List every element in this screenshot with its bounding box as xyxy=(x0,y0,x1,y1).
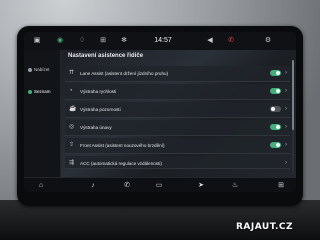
list-item-front-assist[interactable]: ⇧ Front Assist (asistent nouzového brzdě… xyxy=(65,138,290,154)
row-label: Lane Assist (asistent držení jízdního pr… xyxy=(80,71,169,76)
climate-icon[interactable]: ♨ xyxy=(230,181,240,190)
music-icon[interactable]: ♪ xyxy=(88,181,98,190)
infotainment-screen: ▣ ◉ ♢ ⊞ ✻ 14:57 ◀ ✆ ⚙ Nabízet Seznam Nas… xyxy=(24,32,296,192)
row-label: ACC (automatická regulace vzdálenosti) xyxy=(80,161,162,166)
row-label: Výstraha rychlosti xyxy=(80,89,117,94)
speed-warning-toggle[interactable] xyxy=(270,88,281,94)
grid-icon[interactable]: ⊞ xyxy=(99,37,107,45)
sidebar-item-label: Seznam xyxy=(34,89,51,94)
row-label: Výstraha únavy xyxy=(80,125,112,130)
status-bar: ▣ ◉ ♢ ⊞ ✻ 14:57 ◀ ✆ ⚙ xyxy=(24,32,296,50)
sidebar-item-seznam[interactable]: Seznam xyxy=(28,86,58,98)
acc-icon: ⇶ xyxy=(69,160,75,166)
scrollbar[interactable] xyxy=(292,60,294,172)
sidebar: Nabízet Seznam xyxy=(24,50,61,177)
list-item-fatigue-warning[interactable]: ◎ Výstraha únavy › xyxy=(65,120,290,136)
fatigue-warning-toggle[interactable] xyxy=(270,124,281,130)
car-icon[interactable]: ▣ xyxy=(33,37,41,45)
volume-icon[interactable]: ◀ xyxy=(206,37,214,45)
lane-assist-toggle[interactable] xyxy=(270,70,281,76)
list-item-speed-warning[interactable]: ◔ Výstraha rychlosti › xyxy=(65,84,290,100)
signal-icon[interactable]: ◉ xyxy=(56,37,64,45)
lane-icon: ⇈ xyxy=(69,70,75,76)
scrollbar-thumb[interactable] xyxy=(292,60,294,130)
row-label: Výstraha pozornosti xyxy=(80,107,121,112)
attention-warning-toggle[interactable] xyxy=(270,106,281,112)
list-item-lane-assist[interactable]: ⇈ Lane Assist (asistent držení jízdního … xyxy=(65,66,290,82)
car-icon[interactable]: ▭ xyxy=(154,181,164,190)
row-label: Front Assist (asistent nouzového brzdění… xyxy=(80,143,165,148)
coffee-icon: ☕ xyxy=(69,106,77,112)
page-title: Nastavení asistence řidiče xyxy=(68,53,144,59)
chevron-right-icon[interactable]: › xyxy=(285,141,287,149)
speed-icon: ◔ xyxy=(69,88,73,94)
front-assist-toggle[interactable] xyxy=(270,142,281,148)
apps-icon[interactable]: ⊞ xyxy=(276,181,286,190)
dots-icon xyxy=(28,67,32,72)
chevron-right-icon[interactable]: › xyxy=(285,69,287,77)
settings-icon[interactable]: ⚙ xyxy=(264,37,272,45)
chevron-right-icon[interactable]: › xyxy=(285,123,287,131)
sidebar-item-label: Nabízet xyxy=(34,67,50,72)
circle-icon xyxy=(28,89,32,94)
list-item-attention-warning[interactable]: ☕ Výstraha pozornosti › xyxy=(65,102,290,118)
settings-panel: Nastavení asistence řidiče ⇈ Lane Assist… xyxy=(61,50,296,177)
home-icon[interactable]: ⌂ xyxy=(36,181,46,190)
navigation-icon[interactable]: ➤ xyxy=(196,181,206,190)
chevron-right-icon[interactable]: › xyxy=(285,159,287,167)
fan-icon[interactable]: ✻ xyxy=(120,37,128,45)
bottom-dock: ⌂ ♪ ✆ ▭ ➤ ♨ ⊞ xyxy=(24,177,296,192)
phone-muted-icon[interactable]: ✆ xyxy=(227,37,235,45)
chevron-right-icon[interactable]: › xyxy=(285,87,287,95)
front-assist-icon: ⇧ xyxy=(69,142,75,148)
list-item-acc[interactable]: ⇶ ACC (automatická regulace vzdálenosti)… xyxy=(65,156,290,169)
clock: 14:57 xyxy=(154,37,172,44)
chevron-right-icon[interactable]: › xyxy=(285,105,287,113)
sidebar-item-nabizet[interactable]: Nabízet xyxy=(28,64,58,76)
leaf-icon[interactable]: ♢ xyxy=(78,37,86,45)
phone-icon[interactable]: ✆ xyxy=(122,181,132,190)
dashboard-trim xyxy=(0,200,320,240)
watermark: RAJAUT.CZ xyxy=(236,222,294,232)
fatigue-icon: ◎ xyxy=(69,124,75,130)
